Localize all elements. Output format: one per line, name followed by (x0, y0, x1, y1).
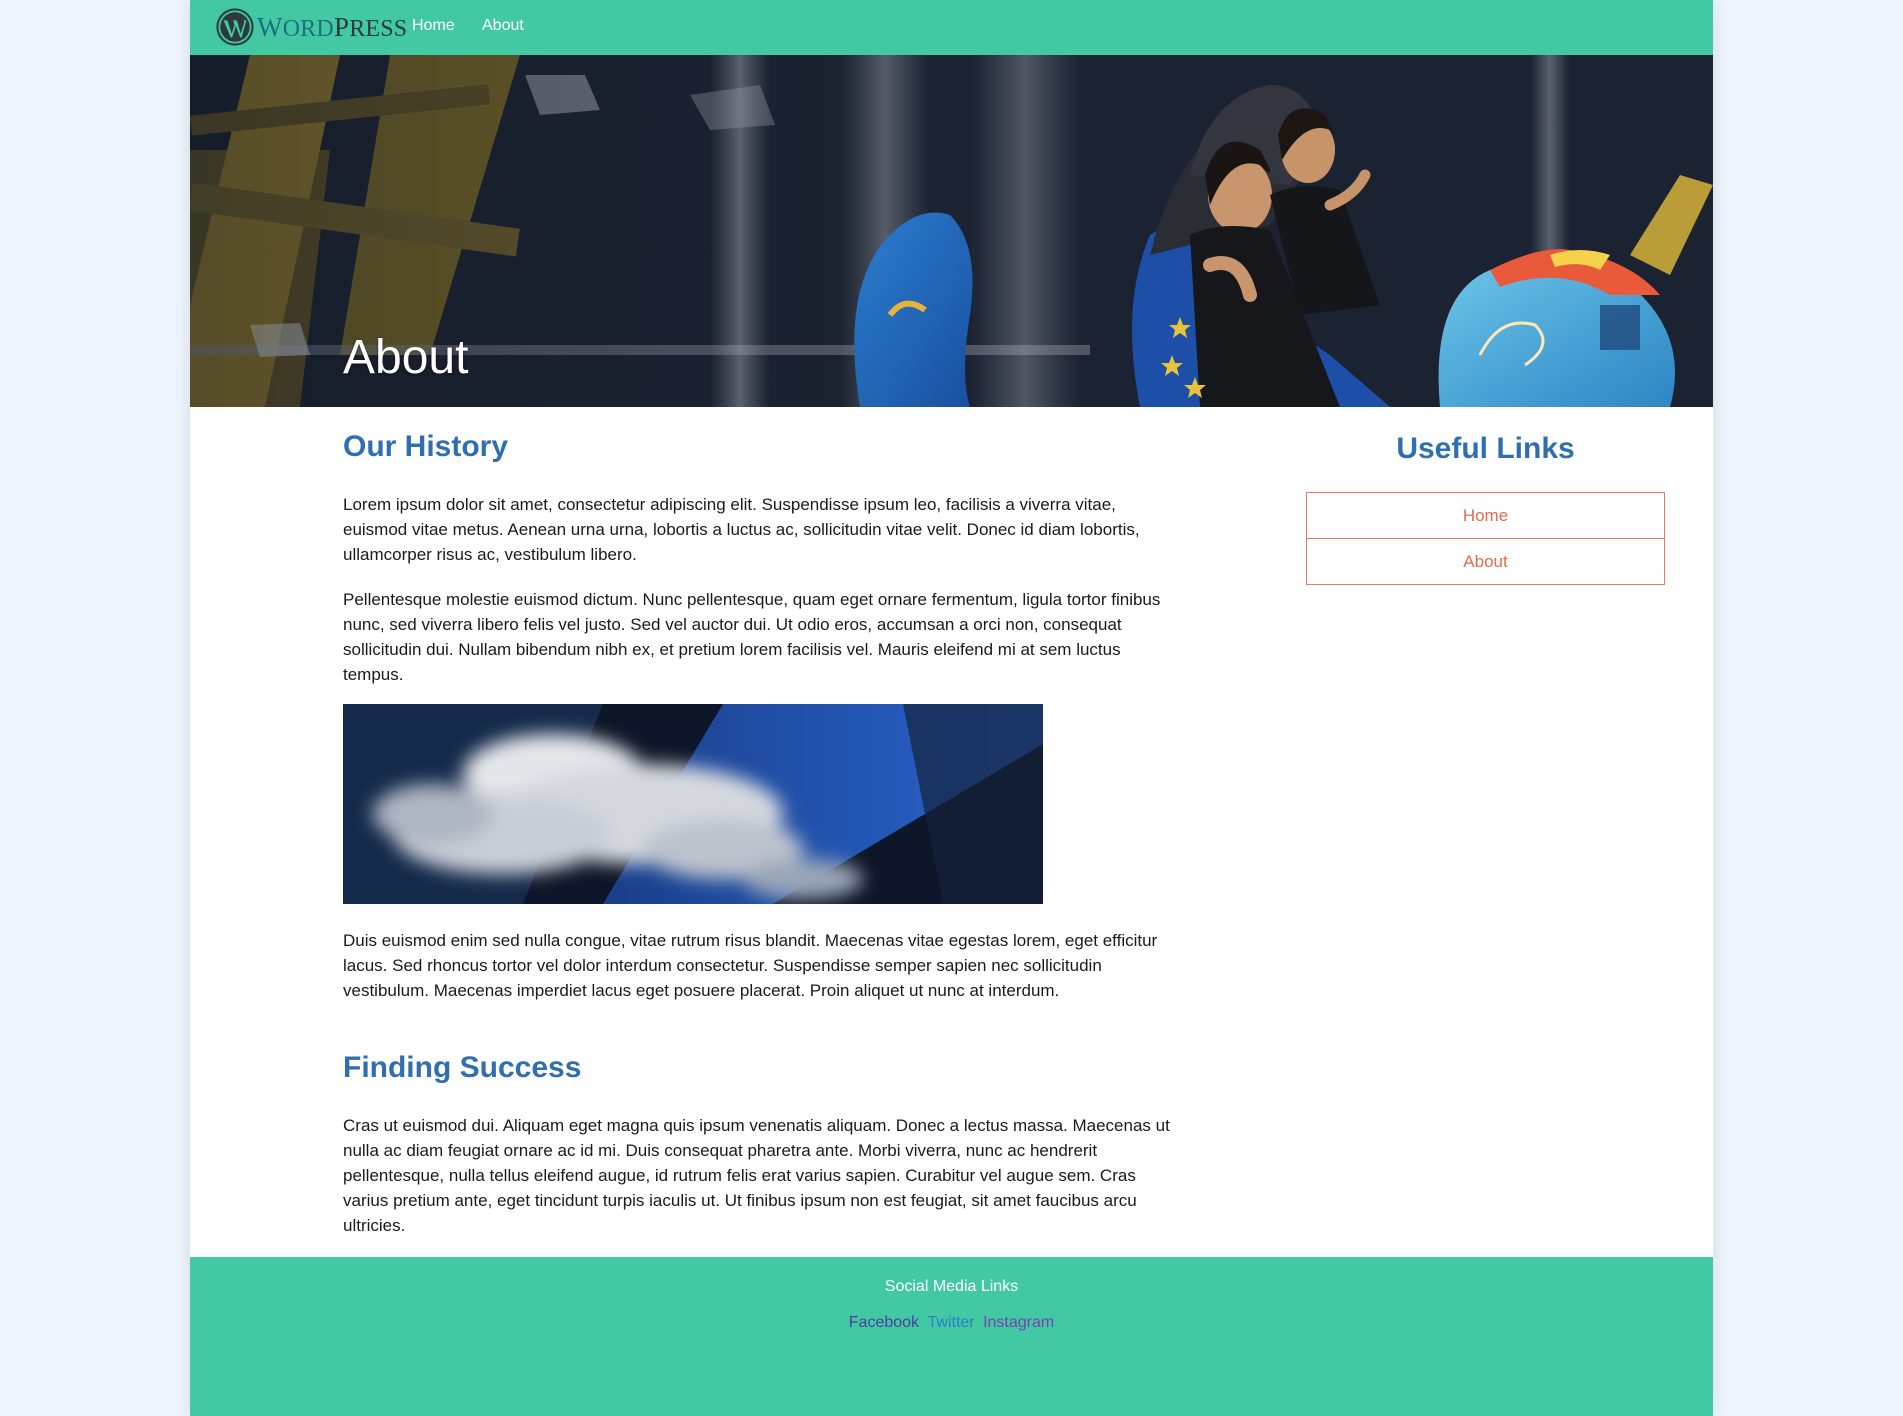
hero-banner: About (190, 55, 1713, 407)
nav-link-about[interactable]: About (482, 17, 524, 35)
logo-letter: W (257, 11, 283, 42)
page-title: About (343, 331, 469, 384)
instagram-link[interactable]: Instagram (983, 1314, 1054, 1331)
paragraph: Duis euismod enim sed nulla congue, vita… (343, 931, 1158, 1000)
nav-link-home[interactable]: Home (412, 17, 455, 35)
section-heading-history: Our History (343, 430, 509, 463)
content-image-smoke (343, 704, 1043, 904)
logo-letters: ORD (282, 15, 334, 42)
sidebar-link-home[interactable]: Home (1307, 493, 1664, 538)
section-heading-success: Finding Success (343, 1051, 582, 1084)
footer: Social Media Links Facebook Twitter Inst… (190, 1257, 1713, 1416)
paragraph: Cras ut euismod dui. Aliquam eget magna … (343, 1116, 1170, 1235)
wordpress-logo-text: WORDPRESS (257, 12, 407, 43)
logo-letter: P (333, 11, 350, 42)
paragraph: Lorem ipsum dolor sit amet, consectetur … (343, 495, 1140, 564)
logo-letters: RESS (349, 15, 408, 42)
paragraph: Pellentesque molestie euismod dictum. Nu… (343, 590, 1161, 684)
wordpress-logo[interactable]: WORDPRESS (216, 7, 407, 47)
smoke-image (343, 704, 1043, 904)
sidebar-title: Useful Links (1396, 432, 1575, 465)
top-navigation: WORDPRESS Home About (190, 0, 1713, 55)
social-links: Facebook Twitter Instagram (190, 1314, 1713, 1332)
footer-title: Social Media Links (884, 1278, 1019, 1295)
sidebar-links: Home About (1306, 492, 1665, 585)
wordpress-logo-icon (216, 8, 254, 46)
facebook-link[interactable]: Facebook (849, 1314, 919, 1331)
sidebar-link-about[interactable]: About (1307, 538, 1664, 584)
twitter-link[interactable]: Twitter (928, 1314, 975, 1331)
page-container: WORDPRESS Home About About Our History L… (190, 0, 1713, 1416)
